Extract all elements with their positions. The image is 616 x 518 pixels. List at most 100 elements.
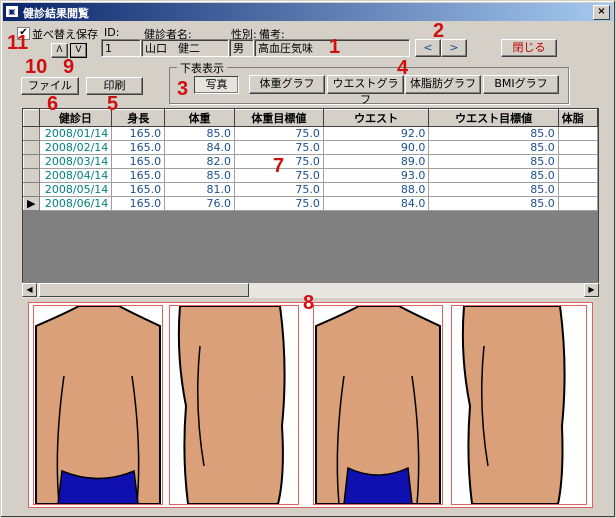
row-selector[interactable] <box>23 168 40 183</box>
table-cell[interactable]: 85.0 <box>428 196 559 211</box>
table-cell[interactable]: 84.0 <box>164 140 236 155</box>
sort-save-label: 並べ替え保存 <box>32 28 98 41</box>
name-field: 山口 健二 <box>141 39 229 57</box>
results-datasheet[interactable]: 健診日 身長 体重 体重目標値 ウエスト ウエスト目標値 体脂 2008/01/… <box>22 108 599 298</box>
table-cell[interactable]: 82.0 <box>164 154 236 169</box>
table-cell[interactable]: 76.0 <box>164 196 236 211</box>
table-cell[interactable]: 2008/05/14 <box>38 182 113 197</box>
back-photo-1 <box>33 305 163 505</box>
table-cell[interactable]: 85.0 <box>428 126 559 141</box>
table-row[interactable]: 2008/03/14 165.0 82.0 75.0 89.0 85.0 <box>23 154 598 169</box>
table-cell[interactable]: 85.0 <box>164 168 236 183</box>
column-header[interactable]: 体重目標値 <box>234 109 324 127</box>
table-cell[interactable]: 165.0 <box>111 126 166 141</box>
table-cell[interactable]: 165.0 <box>111 140 166 155</box>
column-header[interactable]: 身長 <box>111 109 166 127</box>
torso-side-image <box>170 306 298 504</box>
table-cell[interactable]: 2008/01/14 <box>38 126 113 141</box>
torso-side-image <box>452 306 586 504</box>
health-result-window: ▣ 健診結果閲覧 × ✔ 並べ替え保存 Λ V ID: 健診者名: 性別: 備考… <box>0 0 616 518</box>
scroll-thumb[interactable] <box>39 283 249 297</box>
close-button[interactable]: 閉じる <box>501 39 557 57</box>
table-cell[interactable]: 2008/02/14 <box>38 140 113 155</box>
table-row[interactable]: 2008/05/14 165.0 81.0 75.0 88.0 85.0 <box>23 182 598 197</box>
table-cell[interactable]: 75.0 <box>234 126 324 141</box>
table-cell[interactable]: 89.0 <box>322 154 430 169</box>
table-cell[interactable]: 88.0 <box>322 182 430 197</box>
back-photo-2 <box>313 305 443 505</box>
column-header[interactable]: ウエスト <box>322 109 430 127</box>
results-table: 健診日 身長 体重 体重目標値 ウエスト ウエスト目標値 体脂 2008/01/… <box>23 109 598 211</box>
table-cell[interactable]: 75.0 <box>234 182 324 197</box>
sex-field: 男 <box>229 39 254 57</box>
table-cell[interactable]: 92.0 <box>322 126 430 141</box>
id-label: ID: <box>104 26 120 39</box>
annotation-5: 5 <box>107 93 119 115</box>
table-cell[interactable]: 75.0 <box>234 196 324 211</box>
row-selector[interactable]: ▶ <box>23 196 40 211</box>
bmi-graph-button[interactable]: BMIグラフ <box>483 75 559 94</box>
annotation-3: 3 <box>177 78 189 100</box>
photo-panel <box>28 302 593 508</box>
column-header[interactable]: ウエスト目標値 <box>428 109 559 127</box>
weight-graph-button[interactable]: 体重グラフ <box>249 75 325 94</box>
app-icon: ▣ <box>6 6 18 17</box>
id-field: 1 <box>101 39 141 57</box>
table-cell[interactable]: 85.0 <box>428 154 559 169</box>
next-record-button[interactable]: > <box>441 39 467 57</box>
table-cell[interactable]: 165.0 <box>111 182 166 197</box>
table-cell[interactable]: 85.0 <box>428 168 559 183</box>
column-header[interactable]: 体重 <box>164 109 236 127</box>
table-cell[interactable] <box>557 182 598 197</box>
annotation-6: 6 <box>47 93 59 115</box>
table-row[interactable]: ▶ 2008/06/14 165.0 76.0 75.0 84.0 85.0 <box>23 196 598 211</box>
annotation-7: 7 <box>273 155 285 177</box>
table-cell[interactable]: 2008/06/14 <box>38 196 113 211</box>
scroll-left-arrow-icon[interactable]: ◀ <box>22 283 37 297</box>
table-cell[interactable]: 93.0 <box>322 168 430 183</box>
torso-back-image <box>314 306 442 504</box>
lower-display-label: 下表表示 <box>177 60 227 76</box>
annotation-2: 2 <box>433 20 445 42</box>
bodyfat-graph-button[interactable]: 体脂肪グラフ <box>405 75 481 94</box>
photo-button[interactable]: 写真 <box>194 76 239 94</box>
row-selector[interactable] <box>23 154 40 169</box>
table-cell[interactable]: 81.0 <box>164 182 236 197</box>
table-cell[interactable]: 2008/04/14 <box>38 168 113 183</box>
window-title: 健診結果閲覧 <box>23 7 89 20</box>
table-cell[interactable]: 165.0 <box>111 154 166 169</box>
table-cell[interactable]: 85.0 <box>428 140 559 155</box>
waist-graph-button[interactable]: ウエストグラフ <box>327 75 404 106</box>
table-cell[interactable] <box>557 168 598 183</box>
title-bar[interactable]: ▣ 健診結果閲覧 × <box>3 3 613 21</box>
row-selector[interactable] <box>23 126 40 141</box>
table-cell[interactable]: 165.0 <box>111 196 166 211</box>
table-cell[interactable]: 165.0 <box>111 168 166 183</box>
table-cell[interactable]: 75.0 <box>234 140 324 155</box>
table-row[interactable]: 2008/01/14 165.0 85.0 75.0 92.0 85.0 <box>23 126 598 141</box>
table-cell[interactable]: 90.0 <box>322 140 430 155</box>
scroll-right-arrow-icon[interactable]: ▶ <box>584 283 599 297</box>
table-cell[interactable] <box>557 140 598 155</box>
annotation-9: 9 <box>63 56 75 78</box>
annotation-11: 11 <box>7 32 29 54</box>
table-cell[interactable]: 85.0 <box>164 126 236 141</box>
annotation-8: 8 <box>303 292 315 314</box>
row-selector[interactable] <box>23 182 40 197</box>
table-cell[interactable] <box>557 126 598 141</box>
annotation-1: 1 <box>329 36 341 58</box>
table-cell[interactable]: 2008/03/14 <box>38 154 113 169</box>
table-cell[interactable] <box>557 196 598 211</box>
annotation-4: 4 <box>397 57 409 79</box>
row-selector[interactable] <box>23 140 40 155</box>
table-cell[interactable] <box>557 154 598 169</box>
table-cell[interactable]: 84.0 <box>322 196 430 211</box>
torso-back-image <box>34 306 162 504</box>
side-photo-1 <box>169 305 299 505</box>
column-header[interactable]: 体脂 <box>557 109 598 127</box>
table-cell[interactable]: 85.0 <box>428 182 559 197</box>
table-row[interactable]: 2008/04/14 165.0 85.0 75.0 93.0 85.0 <box>23 168 598 183</box>
window-close-button[interactable]: × <box>593 5 610 20</box>
table-row[interactable]: 2008/02/14 165.0 84.0 75.0 90.0 85.0 <box>23 140 598 155</box>
row-selector-header[interactable] <box>23 109 40 127</box>
